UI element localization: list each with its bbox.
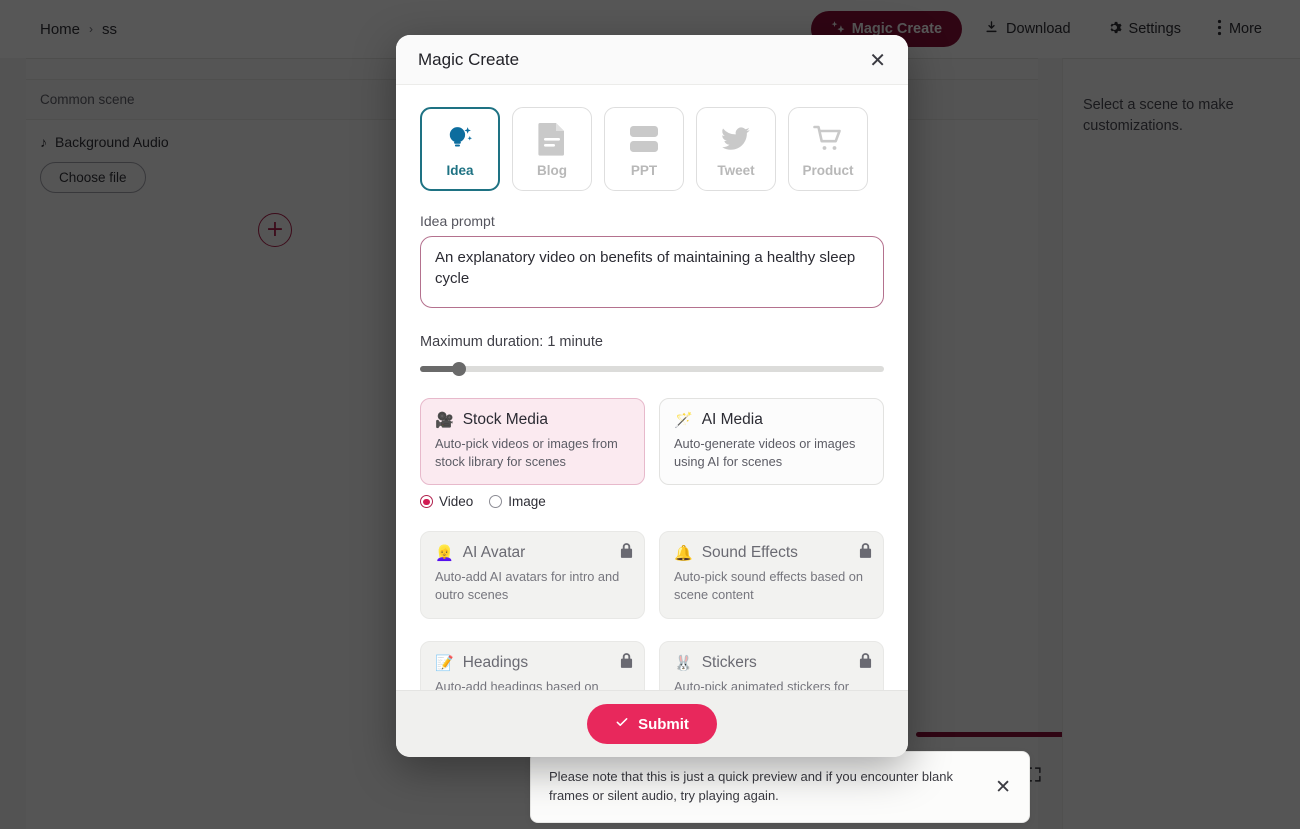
option-card-title-row: 🪄 AI Media <box>674 411 869 429</box>
modal-footer: Submit <box>396 690 908 757</box>
locked-feature-options-row2: 📝 Headings Auto-add headings based on sc… <box>420 640 884 690</box>
radio-indicator-video <box>420 495 433 509</box>
lightbulb-sparkle-icon <box>443 121 477 157</box>
option-card-title-row: 📝 Headings <box>435 654 630 672</box>
document-icon <box>537 121 567 157</box>
option-card-ai-media[interactable]: 🪄 AI Media Auto-generate videos or image… <box>659 398 884 486</box>
radio-label-image: Image <box>508 494 546 510</box>
movie-camera-icon: 🎥 <box>435 411 454 429</box>
modal-header: Magic Create ✕ <box>396 35 908 85</box>
lock-icon <box>620 543 633 563</box>
memo-icon: 📝 <box>435 653 454 672</box>
type-tab-label: Blog <box>537 162 567 178</box>
submit-label: Submit <box>638 715 689 733</box>
option-card-description: Auto-generate videos or images using AI … <box>674 436 856 469</box>
close-icon[interactable]: ✕ <box>869 50 886 70</box>
check-icon <box>615 715 629 733</box>
option-card-title-row: 🔔 Sound Effects <box>674 544 869 562</box>
type-tab-label: PPT <box>630 162 658 178</box>
avatar-icon: 👱‍♀️ <box>435 544 454 563</box>
option-card-stock-media[interactable]: 🎥 Stock Media Auto-pick videos or images… <box>420 398 645 486</box>
content-type-tabs: Idea Blog PPT Tweet Product <box>420 107 884 191</box>
rabbit-icon: 🐰 <box>674 653 693 672</box>
duration-slider-track <box>420 366 884 372</box>
maximum-duration-label: Maximum duration: 1 minute <box>420 334 603 350</box>
option-card-description: Auto-pick videos or images from stock li… <box>435 436 618 469</box>
preview-notice-toast: Please note that this is just a quick pr… <box>530 751 1030 823</box>
idea-prompt-input[interactable] <box>420 236 884 308</box>
option-card-description: Auto-add AI avatars for intro and outro … <box>435 569 620 602</box>
shopping-cart-icon <box>812 121 845 157</box>
option-card-description: Auto-pick animated stickers for scenes <box>674 678 849 690</box>
option-card-title-row: 🎥 Stock Media <box>435 411 630 429</box>
toast-message: Please note that this is just a quick pr… <box>549 769 953 804</box>
option-card-title-row: 👱‍♀️ AI Avatar <box>435 544 630 562</box>
type-tab-ppt[interactable]: PPT <box>604 107 684 191</box>
radio-label-video: Video <box>439 494 474 510</box>
lock-icon <box>859 652 872 673</box>
close-icon[interactable]: ✕ <box>995 777 1011 797</box>
twitter-bird-icon <box>719 121 753 157</box>
magic-wand-icon: 🪄 <box>674 411 693 429</box>
option-card-stickers[interactable]: 🐰 Stickers Auto-pick animated stickers f… <box>659 640 884 690</box>
idea-prompt-label: Idea prompt <box>420 213 495 229</box>
option-card-title-row: 🐰 Stickers <box>674 654 869 672</box>
slides-icon <box>628 121 660 157</box>
submit-button[interactable]: Submit <box>587 704 717 744</box>
bell-icon: 🔔 <box>674 544 693 563</box>
locked-feature-options-row1: 👱‍♀️ AI Avatar Auto-add AI avatars for i… <box>420 531 884 619</box>
option-card-description: Auto-add headings based on scene content <box>435 678 599 690</box>
option-card-description: Auto-pick sound effects based on scene c… <box>674 569 863 602</box>
option-card-title: Stock Media <box>462 411 548 428</box>
type-tab-idea[interactable]: Idea <box>420 107 500 191</box>
option-card-sound-effects[interactable]: 🔔 Sound Effects Auto-pick sound effects … <box>659 531 884 619</box>
type-tab-label: Tweet <box>717 162 755 178</box>
duration-slider[interactable] <box>420 362 884 376</box>
option-card-title: Sound Effects <box>701 544 798 562</box>
option-card-title: AI Media <box>701 411 763 428</box>
option-card-headings[interactable]: 📝 Headings Auto-add headings based on sc… <box>420 640 645 690</box>
type-tab-product[interactable]: Product <box>788 107 868 191</box>
magic-create-modal: Magic Create ✕ Idea Blog PPT Tweet Produ… <box>396 35 908 757</box>
modal-title: Magic Create <box>418 49 520 69</box>
type-tab-tweet[interactable]: Tweet <box>696 107 776 191</box>
type-tab-label: Product <box>802 162 854 178</box>
option-card-title: Stickers <box>701 653 757 671</box>
type-tab-blog[interactable]: Blog <box>512 107 592 191</box>
option-card-title: AI Avatar <box>462 544 526 562</box>
option-card-title: Headings <box>462 653 529 671</box>
type-tab-label: Idea <box>446 162 474 178</box>
option-card-ai-avatar[interactable]: 👱‍♀️ AI Avatar Auto-add AI avatars for i… <box>420 531 645 619</box>
radio-indicator-image <box>489 495 503 509</box>
lock-icon <box>620 652 633 673</box>
lock-icon <box>859 543 872 563</box>
radio-video[interactable]: Video <box>420 494 473 509</box>
modal-body: Idea Blog PPT Tweet Product Idea prompt … <box>396 85 908 690</box>
duration-slider-thumb[interactable] <box>452 362 467 376</box>
media-source-options: 🎥 Stock Media Auto-pick videos or images… <box>420 398 884 486</box>
radio-image[interactable]: Image <box>489 494 546 509</box>
media-format-radio-group: Video Image <box>420 494 884 509</box>
